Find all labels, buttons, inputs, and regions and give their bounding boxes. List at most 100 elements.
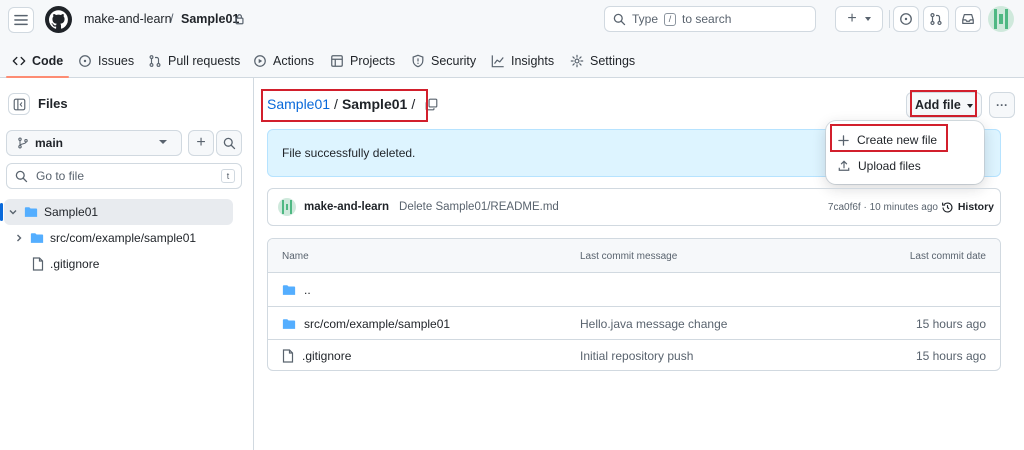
app-header: make-and-learn / Sample01 Type / to sear… <box>0 0 1024 78</box>
pull-request-icon <box>149 55 161 67</box>
history-button[interactable]: History <box>941 201 994 214</box>
search-placeholder-post: to search <box>682 12 732 26</box>
tab-security[interactable]: Security <box>411 44 476 78</box>
row-commit-message[interactable]: Hello.java message change <box>580 317 727 331</box>
latest-commit-bar: make-and-learn Delete Sample01/README.md… <box>267 188 1001 226</box>
column-header-name: Name <box>282 251 309 262</box>
row-commit-date: 15 hours ago <box>915 348 986 363</box>
git-branch-icon <box>18 137 28 149</box>
table-row[interactable]: src/com/example/sample01 Hello.java mess… <box>268 307 1000 340</box>
author-avatar[interactable] <box>278 198 296 216</box>
commit-message[interactable]: Delete Sample01/README.md <box>399 201 559 213</box>
table-row[interactable]: .gitignore Initial repository push 15 ho… <box>268 339 1000 370</box>
go-to-file-input[interactable]: Go to file t <box>6 163 242 189</box>
plus-icon: + <box>847 10 857 27</box>
github-logo-icon[interactable] <box>45 6 72 33</box>
inbox-icon <box>962 14 974 24</box>
play-icon <box>254 55 266 67</box>
search-icon <box>613 13 626 25</box>
chevron-down-icon <box>159 140 167 144</box>
folder-icon <box>30 233 44 243</box>
go-to-file-shortcut: t <box>221 169 235 183</box>
collapse-sidebar-button[interactable] <box>8 93 30 115</box>
commit-meta: 7ca0f6f · 10 minutes ago <box>828 202 938 213</box>
folder-icon <box>282 318 296 329</box>
tab-pull-requests[interactable]: Pull requests <box>148 44 240 78</box>
commit-sha[interactable]: 7ca0f6f <box>828 202 861 213</box>
tab-settings[interactable]: Settings <box>570 44 635 78</box>
commit-time: 10 minutes ago <box>869 201 938 213</box>
tree-item-sample01[interactable]: Sample01 <box>0 199 233 225</box>
search-files-button[interactable] <box>216 130 242 156</box>
tab-issues-label: Issues <box>98 54 135 68</box>
upload-icon <box>838 160 850 171</box>
menu-item-label: Upload files <box>858 159 921 173</box>
tab-insights-label: Insights <box>511 54 555 68</box>
user-avatar[interactable] <box>988 6 1014 32</box>
tab-code[interactable]: Code <box>5 44 70 78</box>
owner-link[interactable]: make-and-learn <box>84 12 172 26</box>
highlight-box-breadcrumb <box>261 89 428 122</box>
branch-selector[interactable]: main <box>6 130 182 156</box>
tab-projects[interactable]: Projects <box>330 44 395 78</box>
header-divider <box>889 10 890 28</box>
chevron-down-icon <box>9 210 17 215</box>
row-name[interactable]: .. <box>304 283 311 297</box>
sidebar-title: Files <box>38 96 68 111</box>
branch-name: main <box>35 136 64 150</box>
commit-dot: · <box>860 201 870 213</box>
gear-icon <box>570 54 584 68</box>
tree-item-label: src/com/example/sample01 <box>50 231 197 245</box>
tab-issues[interactable]: Issues <box>78 44 134 78</box>
history-icon <box>941 201 953 213</box>
search-placeholder-pre: Type <box>632 12 659 26</box>
hamburger-icon <box>14 14 28 26</box>
row-commit-date: 15 hours ago <box>915 316 986 331</box>
tab-pull-requests-label: Pull requests <box>168 54 241 68</box>
file-icon <box>32 257 44 271</box>
more-options-button[interactable]: ··· <box>989 92 1015 118</box>
sidebar-collapse-icon <box>13 98 25 110</box>
table-row[interactable]: .. <box>268 273 1000 306</box>
search-shortcut-key: / <box>664 12 677 26</box>
search-icon <box>223 137 235 149</box>
menu-button[interactable] <box>8 7 34 33</box>
repo-nav: Code Issues Pull requests Actions Projec… <box>0 44 1024 78</box>
tab-security-label: Security <box>431 54 477 68</box>
tab-actions[interactable]: Actions <box>253 44 314 78</box>
shield-icon <box>412 54 424 68</box>
search-input[interactable]: Type / to search <box>604 6 816 32</box>
tab-actions-label: Actions <box>273 54 314 68</box>
graph-icon <box>491 55 504 68</box>
tree-item-label: .gitignore <box>50 257 100 271</box>
code-icon <box>12 56 26 66</box>
pull-requests-button[interactable] <box>923 6 949 32</box>
go-to-file-placeholder: Go to file <box>36 169 85 183</box>
row-commit-message[interactable]: Initial repository push <box>580 349 693 363</box>
tab-settings-label: Settings <box>590 54 636 68</box>
row-name[interactable]: src/com/example/sample01 <box>304 317 450 331</box>
inbox-button[interactable] <box>955 6 981 32</box>
folder-open-icon <box>24 207 38 217</box>
create-new-button[interactable]: + <box>835 6 883 32</box>
table-header: Name Last commit message Last commit dat… <box>268 239 1000 273</box>
file-table: Name Last commit message Last commit dat… <box>267 238 1001 371</box>
tree-item-src-folder[interactable]: src/com/example/sample01 <box>14 225 196 251</box>
commit-author[interactable]: make-and-learn <box>304 201 389 213</box>
tree-item-gitignore[interactable]: .gitignore <box>32 251 99 277</box>
highlight-box-add-file <box>910 90 977 117</box>
repo-link[interactable]: Sample01 <box>181 12 239 26</box>
menu-item-upload-files[interactable]: Upload files <box>838 155 921 177</box>
tab-projects-label: Projects <box>350 54 396 68</box>
file-icon <box>282 348 294 363</box>
issues-button[interactable] <box>893 6 919 32</box>
add-file-sidebar-button[interactable]: + <box>188 130 214 156</box>
file-tree-sidebar: Files main + Go to file t Sample01 src/c… <box>0 78 254 450</box>
column-header-date: Last commit date <box>909 251 986 262</box>
chevron-down-icon <box>864 17 871 21</box>
plus-icon: + <box>196 134 206 151</box>
folder-icon <box>282 284 296 295</box>
row-name[interactable]: .gitignore <box>302 349 351 363</box>
lock-icon <box>235 14 244 25</box>
tab-insights[interactable]: Insights <box>491 44 554 78</box>
